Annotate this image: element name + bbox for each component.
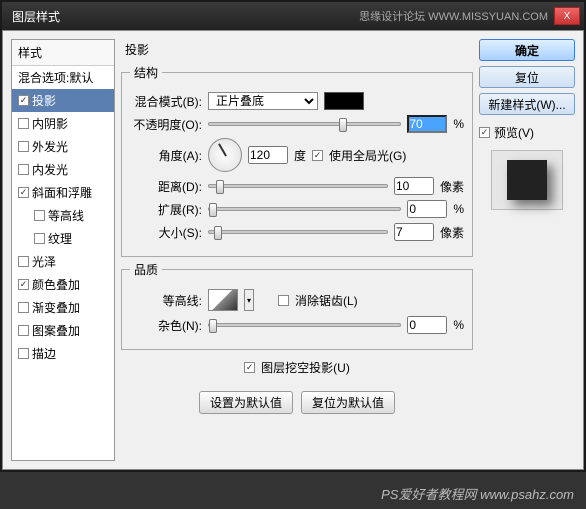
sidebar-checkbox-5[interactable]	[18, 187, 29, 198]
size-label: 大小(S):	[130, 224, 202, 241]
antialias-checkbox[interactable]	[278, 295, 289, 306]
opacity-input[interactable]	[407, 115, 447, 133]
blend-mode-select[interactable]: 正片叠底	[208, 92, 318, 110]
sidebar-label-1: 投影	[32, 92, 56, 109]
sidebar-item-9[interactable]: 颜色叠加	[12, 273, 114, 296]
sidebar-item-12[interactable]: 描边	[12, 342, 114, 365]
sidebar-checkbox-3[interactable]	[18, 141, 29, 152]
noise-slider[interactable]	[208, 323, 401, 327]
angle-label: 角度(A):	[130, 147, 202, 164]
preview-checkbox[interactable]	[479, 127, 490, 138]
sidebar-item-5[interactable]: 斜面和浮雕	[12, 181, 114, 204]
styles-header: 样式	[12, 40, 114, 66]
sidebar-label-4: 内发光	[32, 161, 68, 178]
sidebar-checkbox-4[interactable]	[18, 164, 29, 175]
action-panel: 确定 复位 新建样式(W)... 预览(V)	[479, 39, 575, 461]
sidebar-checkbox-11[interactable]	[18, 325, 29, 336]
global-light-checkbox[interactable]	[312, 150, 323, 161]
titlebar: 图层样式 思缘设计论坛 WWW.MISSYUAN.COM X	[2, 2, 584, 30]
distance-unit: 像素	[440, 178, 464, 195]
sidebar-item-2[interactable]: 内阴影	[12, 112, 114, 135]
structure-group: 结构 混合模式(B): 正片叠底 不透明度(O): % 角度(A): 度	[121, 64, 473, 257]
angle-input[interactable]	[248, 146, 288, 164]
global-light-label: 使用全局光(G)	[329, 147, 406, 164]
spread-slider[interactable]	[208, 207, 401, 211]
ok-button[interactable]: 确定	[479, 39, 575, 61]
blend-color-swatch[interactable]	[324, 92, 364, 110]
set-default-button[interactable]: 设置为默认值	[199, 391, 293, 414]
sidebar-checkbox-10[interactable]	[18, 302, 29, 313]
quality-legend: 品质	[130, 261, 162, 278]
sidebar-checkbox-2[interactable]	[18, 118, 29, 129]
opacity-unit: %	[453, 117, 464, 131]
size-unit: 像素	[440, 224, 464, 241]
preview-swatch	[507, 160, 547, 200]
opacity-label: 不透明度(O):	[130, 116, 202, 133]
sidebar-label-8: 光泽	[32, 253, 56, 270]
preview-label: 预览(V)	[494, 124, 534, 141]
antialias-label: 消除锯齿(L)	[295, 292, 358, 309]
sidebar-item-4[interactable]: 内发光	[12, 158, 114, 181]
cancel-button[interactable]: 复位	[479, 66, 575, 88]
sidebar-item-0[interactable]: 混合选项:默认	[12, 66, 114, 89]
sidebar-label-12: 描边	[32, 345, 56, 362]
effect-title: 投影	[121, 39, 473, 60]
distance-input[interactable]	[394, 177, 434, 195]
noise-input[interactable]	[407, 316, 447, 334]
structure-legend: 结构	[130, 64, 162, 81]
spread-label: 扩展(R):	[130, 201, 202, 218]
contour-dropdown[interactable]: ▾	[244, 289, 254, 311]
watermark: 思缘设计论坛 WWW.MISSYUAN.COM	[359, 8, 548, 24]
window-title: 图层样式	[6, 8, 359, 25]
sidebar-label-0: 混合选项:默认	[18, 69, 93, 86]
distance-label: 距离(D):	[130, 178, 202, 195]
sidebar-checkbox-7[interactable]	[34, 233, 45, 244]
angle-unit: 度	[294, 147, 306, 164]
sidebar-checkbox-6[interactable]	[34, 210, 45, 221]
knockout-checkbox[interactable]	[244, 362, 255, 373]
sidebar-label-6: 等高线	[48, 207, 84, 224]
sidebar-label-7: 纹理	[48, 230, 72, 247]
sidebar-checkbox-1[interactable]	[18, 95, 29, 106]
contour-label: 等高线:	[130, 292, 202, 309]
distance-slider[interactable]	[208, 184, 388, 188]
styles-panel: 样式 混合选项:默认投影内阴影外发光内发光斜面和浮雕等高线纹理光泽颜色叠加渐变叠…	[11, 39, 115, 461]
contour-picker[interactable]	[208, 289, 238, 311]
close-button[interactable]: X	[554, 7, 580, 25]
sidebar-checkbox-9[interactable]	[18, 279, 29, 290]
size-input[interactable]	[394, 223, 434, 241]
sidebar-item-10[interactable]: 渐变叠加	[12, 296, 114, 319]
size-slider[interactable]	[208, 230, 388, 234]
footer-watermark: PS爱好者教程网 www.psahz.com	[381, 484, 574, 503]
angle-dial[interactable]	[208, 138, 242, 172]
noise-label: 杂色(N):	[130, 317, 202, 334]
sidebar-label-5: 斜面和浮雕	[32, 184, 92, 201]
sidebar-checkbox-8[interactable]	[18, 256, 29, 267]
noise-unit: %	[453, 318, 464, 332]
sidebar-checkbox-12[interactable]	[18, 348, 29, 359]
sidebar-item-1[interactable]: 投影	[12, 89, 114, 112]
spread-input[interactable]	[407, 200, 447, 218]
new-style-button[interactable]: 新建样式(W)...	[479, 93, 575, 115]
sidebar-item-3[interactable]: 外发光	[12, 135, 114, 158]
settings-panel: 投影 结构 混合模式(B): 正片叠底 不透明度(O): % 角度(A):	[121, 39, 473, 461]
sidebar-label-11: 图案叠加	[32, 322, 80, 339]
opacity-slider[interactable]	[208, 122, 401, 126]
dialog-body: 样式 混合选项:默认投影内阴影外发光内发光斜面和浮雕等高线纹理光泽颜色叠加渐变叠…	[2, 30, 584, 470]
spread-unit: %	[453, 202, 464, 216]
sidebar-label-3: 外发光	[32, 138, 68, 155]
sidebar-item-8[interactable]: 光泽	[12, 250, 114, 273]
blend-mode-label: 混合模式(B):	[130, 93, 202, 110]
reset-default-button[interactable]: 复位为默认值	[301, 391, 395, 414]
sidebar-item-7[interactable]: 纹理	[12, 227, 114, 250]
sidebar-item-11[interactable]: 图案叠加	[12, 319, 114, 342]
sidebar-label-9: 颜色叠加	[32, 276, 80, 293]
sidebar-label-2: 内阴影	[32, 115, 68, 132]
preview-box	[491, 150, 563, 210]
knockout-label: 图层挖空投影(U)	[261, 359, 350, 376]
sidebar-label-10: 渐变叠加	[32, 299, 80, 316]
sidebar-item-6[interactable]: 等高线	[12, 204, 114, 227]
quality-group: 品质 等高线: ▾ 消除锯齿(L) 杂色(N): %	[121, 261, 473, 350]
